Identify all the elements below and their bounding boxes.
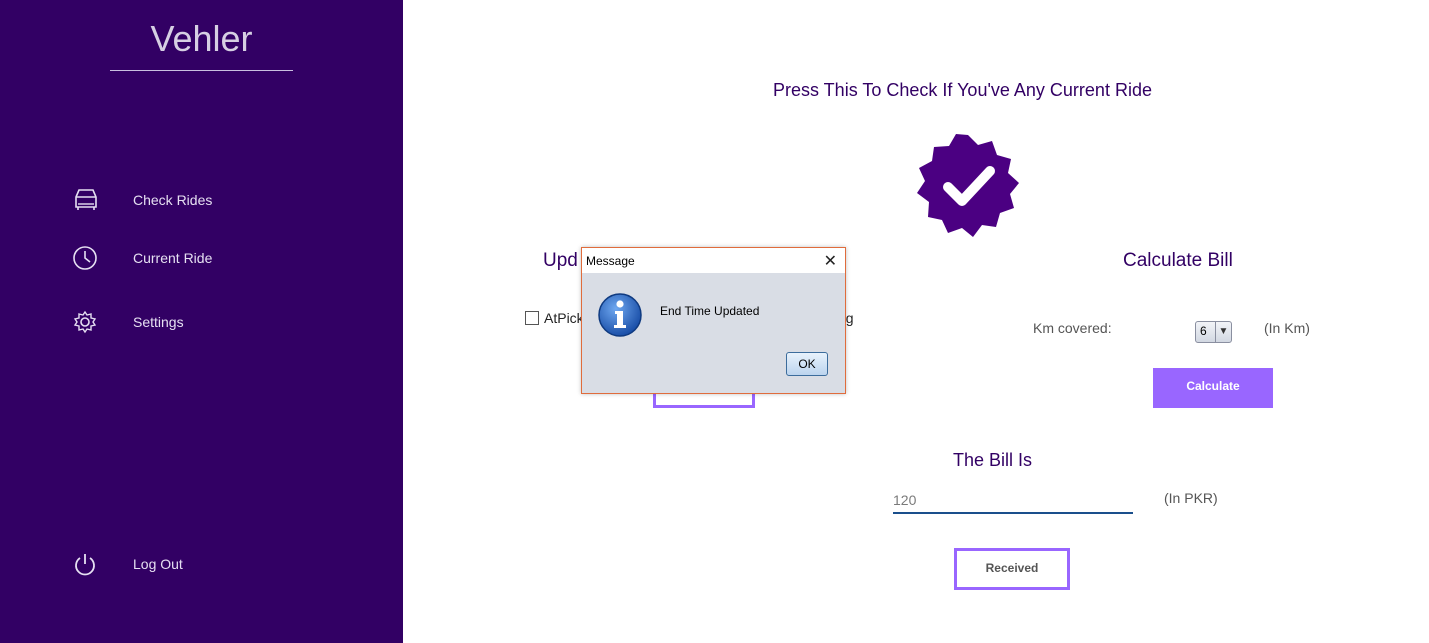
- km-select-value: 6: [1200, 324, 1207, 338]
- sidebar-item-current-ride[interactable]: Current Ride: [70, 243, 330, 273]
- main-panel: Press This To Check If You've Any Curren…: [403, 0, 1429, 643]
- check-ride-heading: Press This To Check If You've Any Curren…: [773, 80, 1152, 100]
- message-dialog: Message ✕ End Time Updated OK: [581, 247, 846, 394]
- checkbox-label: AtPick: [544, 310, 584, 326]
- bill-heading: The Bill Is: [953, 450, 1033, 470]
- sidebar-item-label: Log Out: [133, 556, 183, 572]
- sidebar: Vehler Check Rides Current Ride Settings…: [0, 0, 403, 643]
- close-icon[interactable]: ✕: [824, 251, 837, 270]
- calculate-bill-heading: Calculate Bill: [1123, 250, 1233, 271]
- sidebar-item-label: Current Ride: [133, 250, 213, 266]
- brand-logo: Vehler: [150, 18, 253, 59]
- info-icon: [597, 292, 643, 338]
- calculate-button[interactable]: Calculate: [1153, 368, 1273, 408]
- sidebar-item-check-rides[interactable]: Check Rides: [70, 185, 330, 215]
- sidebar-item-label: Check Rides: [133, 192, 213, 208]
- brand-divider: [110, 70, 293, 71]
- dialog-title: Message: [586, 254, 635, 268]
- dialog-message: End Time Updated: [660, 304, 760, 318]
- ok-button[interactable]: OK: [786, 352, 828, 376]
- km-select[interactable]: 6 ▼: [1195, 321, 1232, 343]
- update-heading: Upd: [543, 250, 578, 271]
- check-ride-button[interactable]: [915, 133, 1021, 239]
- bill-unit: (In PKR): [1164, 490, 1218, 506]
- sidebar-item-label: Settings: [133, 314, 184, 330]
- received-button[interactable]: Received: [954, 548, 1070, 590]
- bill-field[interactable]: [893, 488, 1133, 514]
- verified-badge-icon: [917, 134, 1019, 237]
- sidebar-item-log-out[interactable]: Log Out: [70, 549, 330, 579]
- gear-icon: [70, 307, 102, 337]
- clock-icon: [70, 243, 102, 273]
- power-icon: [70, 549, 102, 579]
- car-icon: [70, 185, 102, 215]
- dialog-titlebar: Message ✕: [582, 248, 845, 273]
- km-unit: (In Km): [1264, 320, 1310, 336]
- km-covered-label: Km covered:: [1033, 320, 1112, 336]
- at-pickup-checkbox[interactable]: [525, 311, 539, 325]
- sidebar-item-settings[interactable]: Settings: [70, 307, 330, 337]
- chevron-down-icon: ▼: [1215, 322, 1231, 342]
